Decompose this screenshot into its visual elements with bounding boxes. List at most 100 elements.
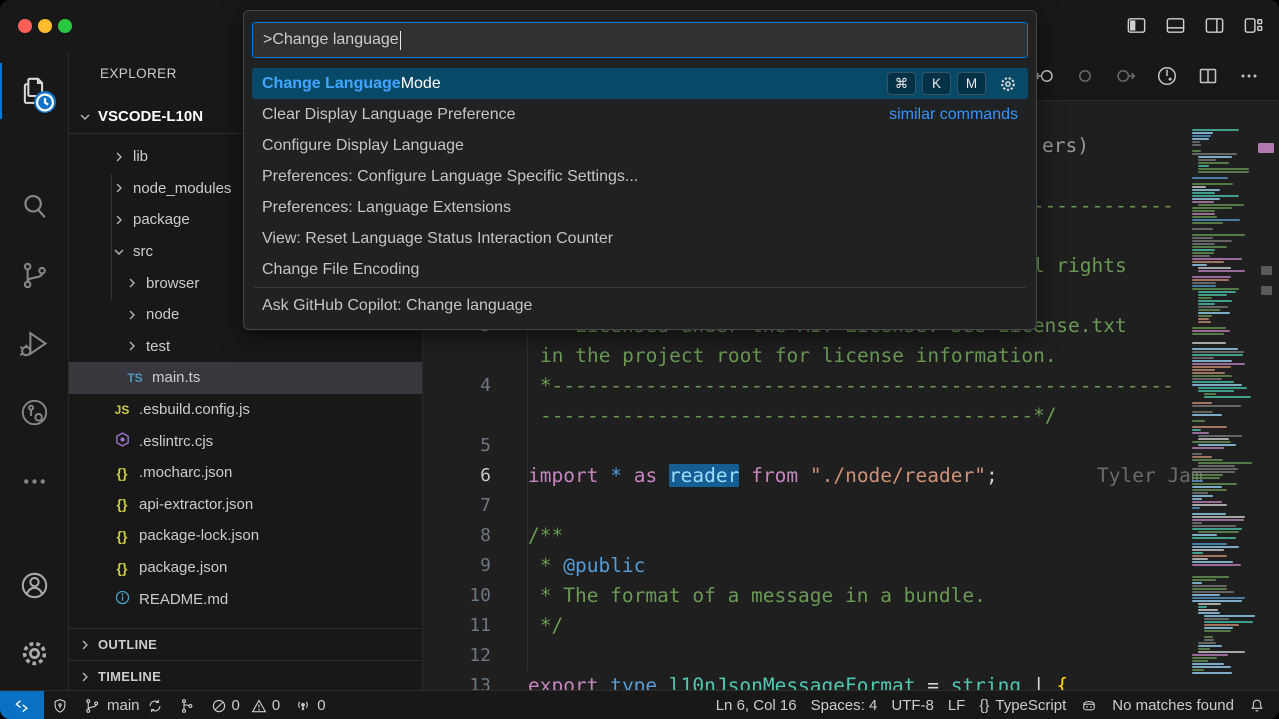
more-views-icon[interactable] xyxy=(0,448,68,514)
configure-keybinding-gear-icon[interactable] xyxy=(998,74,1018,94)
line-number[interactable]: 6 xyxy=(423,461,491,491)
code-line[interactable]: import * as reader from "./node/reader"; xyxy=(528,461,998,491)
search-matches[interactable]: No matches found xyxy=(1105,691,1241,719)
close-button[interactable] xyxy=(18,19,32,33)
line-number[interactable]: 11 xyxy=(423,611,491,641)
github-pull-requests-icon[interactable] xyxy=(0,379,68,445)
command-item-change-file-encoding[interactable]: Change File Encoding xyxy=(252,254,1028,285)
split-editor-icon[interactable] xyxy=(1196,64,1220,93)
settings-gear-icon[interactable] xyxy=(0,620,68,686)
tree-item-label: test xyxy=(146,338,170,355)
minimap-line xyxy=(1192,333,1224,335)
broadcast-icon xyxy=(294,697,312,715)
command-item-preferences-configure-language-specific-settings-[interactable]: Preferences: Configure Language Specific… xyxy=(252,161,1028,192)
code-line[interactable]: in the project root for license informat… xyxy=(540,341,1057,371)
more-actions-icon[interactable] xyxy=(1237,64,1261,93)
warning-icon xyxy=(250,697,268,715)
tree-file-package-lock.json[interactable]: {}package-lock.json xyxy=(69,520,422,552)
line-number[interactable]: 8 xyxy=(423,521,491,551)
minimap-line xyxy=(1204,396,1251,398)
command-item-clear-display-language-preference[interactable]: Clear Display Language Preferencesimilar… xyxy=(252,99,1028,130)
code-line[interactable]: * The format of a message in a bundle. xyxy=(528,581,986,611)
account-icon[interactable] xyxy=(0,552,68,618)
line-number[interactable]: 4 xyxy=(423,371,491,401)
minimap-line xyxy=(1198,606,1207,608)
encoding[interactable]: UTF-8 xyxy=(884,691,941,719)
tree-file-api-extractor.json[interactable]: {}api-extractor.json xyxy=(69,489,422,521)
source-control-icon[interactable] xyxy=(0,242,68,308)
code-line[interactable]: * @public xyxy=(528,551,645,581)
explorer-icon[interactable] xyxy=(0,57,68,123)
toggle-primary-sidebar-icon[interactable] xyxy=(1125,14,1148,42)
tree-item-label: api-extractor.json xyxy=(139,496,253,513)
line-number[interactable]: 7 xyxy=(423,491,491,521)
language-mode[interactable]: {} TypeScript xyxy=(972,691,1073,719)
timeline-section-header[interactable]: TIMELINE xyxy=(69,660,422,690)
command-input[interactable]: >Change language xyxy=(252,22,1028,58)
navigate-circle-icon[interactable] xyxy=(1073,64,1097,93)
line-number[interactable]: 13 xyxy=(423,671,491,690)
code-line[interactable]: *---------------------------------------… xyxy=(528,371,1174,401)
tree-folder-test[interactable]: test xyxy=(69,331,422,363)
code-line[interactable]: /** xyxy=(528,521,563,551)
line-number[interactable]: 12 xyxy=(423,641,491,671)
minimap-line xyxy=(1198,435,1242,437)
similar-commands-link[interactable]: similar commands xyxy=(889,106,1018,124)
toggle-secondary-sidebar-icon[interactable] xyxy=(1203,14,1226,42)
command-item-configure-display-language[interactable]: Configure Display Language xyxy=(252,130,1028,161)
minimize-button[interactable] xyxy=(38,19,52,33)
broadcast-item[interactable]: 0 xyxy=(287,691,332,719)
tree-file-README.md[interactable]: README.md xyxy=(69,583,422,615)
minimap-line xyxy=(1192,426,1227,428)
line-number[interactable]: 9 xyxy=(423,551,491,581)
minimap-line xyxy=(1198,306,1228,308)
minimap-line xyxy=(1192,276,1231,278)
minimap-line xyxy=(1192,486,1222,488)
line-number[interactable]: 10 xyxy=(423,581,491,611)
notifications-bell-icon[interactable] xyxy=(1241,691,1273,719)
timeline-history-icon[interactable] xyxy=(1155,64,1179,93)
customize-layout-icon[interactable] xyxy=(1242,14,1265,42)
minimap-line xyxy=(1198,612,1220,614)
command-item-view-reset-language-status-interaction-counter[interactable]: View: Reset Language Status Interaction … xyxy=(252,223,1028,254)
navigate-forward-icon[interactable] xyxy=(1114,64,1138,93)
command-item-change-language[interactable]: Change Language Mode⌘KM xyxy=(252,68,1028,99)
minimap-line xyxy=(1192,429,1201,431)
line-number[interactable]: 5 xyxy=(423,431,491,461)
js-file-icon: JS xyxy=(111,403,133,417)
minimap-line xyxy=(1192,492,1208,494)
tree-file-package.json[interactable]: {}package.json xyxy=(69,552,422,584)
search-icon[interactable] xyxy=(0,173,68,239)
overview-ruler[interactable] xyxy=(1260,101,1279,690)
toggle-panel-icon[interactable] xyxy=(1164,14,1187,42)
remote-indicator[interactable] xyxy=(0,691,44,719)
minimap-line xyxy=(1192,552,1203,554)
minimap-line xyxy=(1192,141,1200,143)
minimap-line xyxy=(1192,558,1208,560)
minimap-line xyxy=(1192,240,1232,242)
minimap[interactable] xyxy=(1190,129,1260,690)
run-and-debug-icon[interactable] xyxy=(0,310,68,376)
git-graph-icon[interactable] xyxy=(171,691,203,719)
minimap-line xyxy=(1192,432,1209,434)
outline-section-header[interactable]: OUTLINE xyxy=(69,628,422,660)
tree-file-.eslintrc.cjs[interactable]: .eslintrc.cjs xyxy=(69,425,422,457)
code-line[interactable]: ----------------------------------------… xyxy=(540,401,1057,431)
workspace-trust-shield-icon[interactable] xyxy=(44,691,76,719)
minimap-line xyxy=(1198,297,1212,299)
tree-file-.mocharc.json[interactable]: {}.mocharc.json xyxy=(69,457,422,489)
tree-item-label: .mocharc.json xyxy=(139,464,232,481)
maximize-button[interactable] xyxy=(58,19,72,33)
code-line[interactable]: */ xyxy=(528,611,563,641)
problems-item[interactable]: 0 0 xyxy=(203,691,288,719)
code-line[interactable]: export type l10nJsonMessageFormat = stri… xyxy=(528,671,1068,690)
command-item-ask-github-copilot-change-language[interactable]: Ask GitHub Copilot: Change language xyxy=(252,290,1028,321)
command-item-preferences-language-extensions[interactable]: Preferences: Language Extensions xyxy=(252,192,1028,223)
indentation[interactable]: Spaces: 4 xyxy=(804,691,885,719)
git-branch-item[interactable]: main xyxy=(76,691,171,719)
copilot-icon[interactable] xyxy=(1073,691,1105,719)
eol[interactable]: LF xyxy=(941,691,973,719)
cursor-position[interactable]: Ln 6, Col 16 xyxy=(709,691,804,719)
tree-file-main.ts[interactable]: TSmain.ts xyxy=(69,362,422,394)
tree-file-.esbuild.config.js[interactable]: JS.esbuild.config.js xyxy=(69,394,422,426)
